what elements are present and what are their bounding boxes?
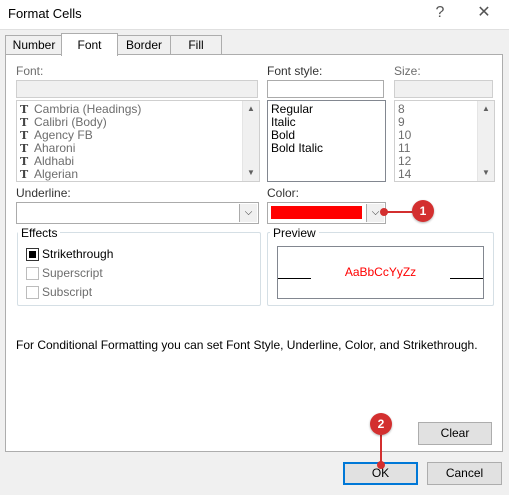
truetype-font-icon: T [20, 129, 29, 142]
truetype-font-icon: T [20, 155, 29, 168]
font-list[interactable]: T Cambria (Headings) T Calibri (Body) T Age… [16, 100, 260, 182]
callout-badge-1: 1 [412, 200, 434, 222]
callout-connector [380, 435, 382, 463]
font-input[interactable] [16, 80, 258, 98]
scroll-down-icon[interactable]: ▼ [243, 165, 259, 181]
truetype-font-icon: T [20, 168, 29, 181]
color-swatch [271, 206, 362, 219]
size-item[interactable]: 14 [398, 168, 411, 181]
help-button[interactable]: ? [430, 3, 450, 23]
effects-title: Effects [18, 226, 61, 240]
callout-connector [384, 211, 414, 213]
truetype-font-icon: T [20, 142, 29, 155]
underline-dropdown[interactable]: ⌵ [16, 202, 259, 224]
subscript-checkbox[interactable] [26, 286, 39, 299]
strikethrough-label[interactable]: Strikethrough [42, 247, 113, 261]
preview-sample-text: AaBbCcYyZz [344, 265, 417, 279]
superscript-label[interactable]: Superscript [42, 266, 103, 280]
underline-label: Underline: [16, 186, 71, 200]
chevron-down-icon[interactable]: ⌵ [239, 204, 257, 222]
callout-dot [377, 461, 385, 469]
callout-badge-2: 2 [370, 413, 392, 435]
truetype-font-icon: T [20, 116, 29, 129]
scroll-down-icon[interactable]: ▼ [478, 165, 494, 181]
conditional-formatting-info: For Conditional Formatting you can set F… [16, 338, 478, 352]
window-title: Format Cells [8, 6, 82, 21]
check-mark-icon [29, 251, 36, 258]
size-list-scrollbar[interactable]: ▲ ▼ [477, 101, 494, 181]
font-list-item[interactable]: T Algerian [20, 168, 78, 182]
size-label: Size: [394, 64, 421, 78]
preview-box: AaBbCcYyZz [277, 246, 484, 299]
tab-border[interactable]: Border [116, 35, 172, 55]
tab-number[interactable]: Number [5, 35, 63, 55]
color-dropdown[interactable]: ⌵ [267, 202, 386, 224]
font-style-input[interactable] [267, 80, 384, 98]
scroll-up-icon[interactable]: ▲ [478, 101, 494, 117]
strikethrough-checkbox[interactable] [26, 248, 39, 261]
truetype-font-icon: T [20, 103, 29, 116]
scroll-up-icon[interactable]: ▲ [243, 101, 259, 117]
font-list-scrollbar[interactable]: ▲ ▼ [242, 101, 259, 181]
preview-title: Preview [270, 226, 319, 240]
tab-font[interactable]: Font [61, 33, 118, 56]
tab-fill[interactable]: Fill [170, 35, 222, 55]
superscript-checkbox[interactable] [26, 267, 39, 280]
font-style-item[interactable]: Bold Italic [271, 142, 323, 155]
font-style-label: Font style: [267, 64, 323, 78]
color-label: Color: [267, 186, 300, 200]
size-list[interactable]: 8 9 10 11 12 14 ▲ ▼ [394, 100, 495, 182]
size-input[interactable] [394, 80, 493, 98]
subscript-label[interactable]: Subscript [42, 285, 92, 299]
close-button[interactable]: ✕ [472, 3, 496, 23]
clear-button[interactable]: Clear [418, 422, 492, 445]
callout-dot [380, 208, 388, 216]
font-style-list[interactable]: Regular Italic Bold Bold Italic [267, 100, 386, 182]
cancel-button[interactable]: Cancel [427, 462, 502, 485]
font-label: Font: [16, 64, 44, 78]
